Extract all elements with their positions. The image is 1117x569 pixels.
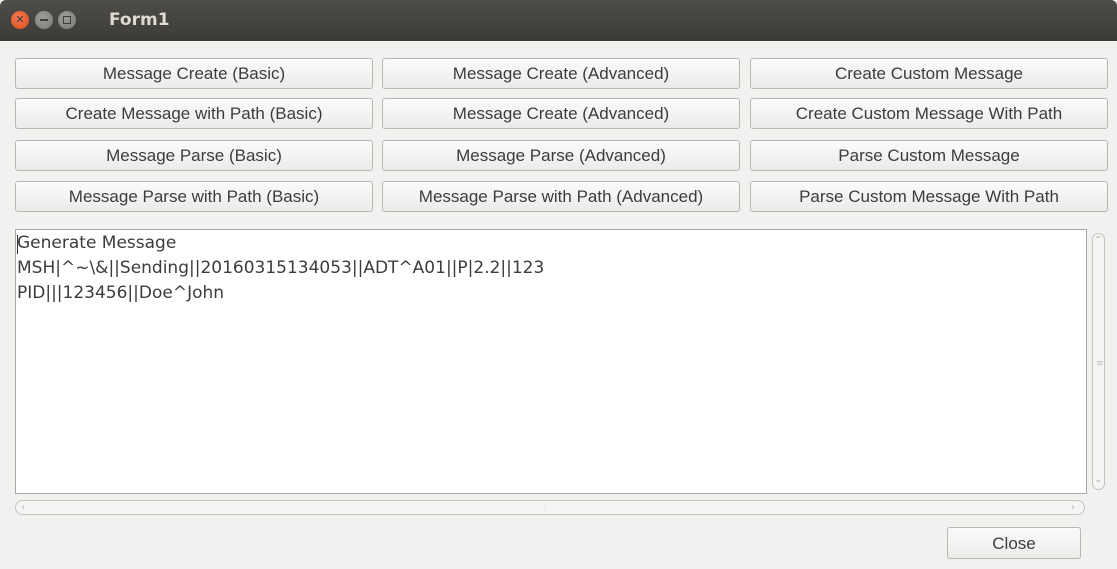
horizontal-scrollbar[interactable]: ‹ ⦙ › [15,498,1087,517]
message-create-advanced-button-2[interactable]: Message Create (Advanced) [382,98,740,129]
parse-custom-message-with-path-button[interactable]: Parse Custom Message With Path [750,181,1108,212]
parse-custom-message-button[interactable]: Parse Custom Message [750,140,1108,171]
output-line: PID|||123456||Doe^John [17,283,225,303]
output-line: MSH|^~\&||Sending||20160315134053||ADT^A… [17,258,545,278]
horizontal-scroll-track[interactable]: ‹ ⦙ › [15,500,1085,515]
window-maximize-button[interactable] [58,11,76,29]
create-custom-message-with-path-button[interactable]: Create Custom Message With Path [750,98,1108,129]
message-parse-with-path-advanced-button[interactable]: Message Parse with Path (Advanced) [382,181,740,212]
message-parse-advanced-button[interactable]: Message Parse (Advanced) [382,140,740,171]
app-window: ✕ Form1 Message Create (Basic) Message C… [0,0,1117,569]
message-create-basic-button[interactable]: Message Create (Basic) [15,58,373,89]
output-textarea[interactable]: Generate Message MSH|^~\&||Sending||2016… [15,229,1087,494]
vertical-scroll-track[interactable]: ⌃ ≡ ⌄ [1092,233,1105,490]
title-bar: ✕ Form1 [0,0,1117,41]
arrow-left-icon[interactable]: ‹ [21,502,25,514]
arrow-down-icon[interactable]: ⌄ [1094,474,1102,486]
create-message-with-path-basic-button[interactable]: Create Message with Path (Basic) [15,98,373,129]
scroll-grip-icon: ⦙ [544,503,547,513]
close-button[interactable]: Close [947,527,1081,559]
message-parse-basic-button[interactable]: Message Parse (Basic) [15,140,373,171]
window-close-button[interactable]: ✕ [11,11,29,29]
message-parse-with-path-basic-button[interactable]: Message Parse with Path (Basic) [15,181,373,212]
vertical-scrollbar[interactable]: ⌃ ≡ ⌄ [1088,229,1111,494]
scroll-grip-icon: ≡ [1096,359,1104,369]
arrow-right-icon[interactable]: › [1071,502,1075,514]
message-create-advanced-button[interactable]: Message Create (Advanced) [382,58,740,89]
create-custom-message-button[interactable]: Create Custom Message [750,58,1108,89]
window-minimize-button[interactable] [35,11,53,29]
arrow-up-icon[interactable]: ⌃ [1094,235,1102,247]
window-title: Form1 [109,10,170,30]
close-icon: ✕ [15,13,25,26]
output-line: Generate Message [17,233,177,253]
